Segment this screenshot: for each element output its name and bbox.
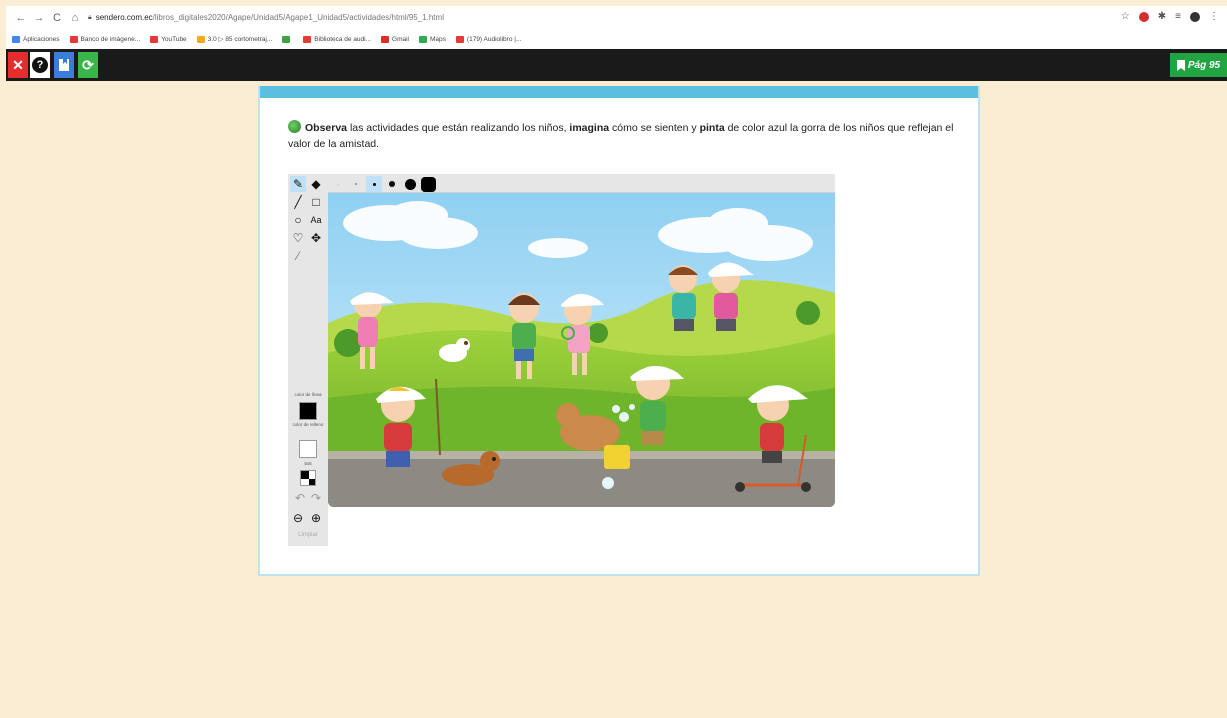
- url-host: sendero.com.ec: [95, 13, 153, 22]
- page-button[interactable]: Pág 95: [1170, 53, 1227, 77]
- bookmark-icon: [419, 35, 428, 43]
- lock-icon: 🔒︎: [88, 13, 92, 21]
- help-button[interactable]: ?: [30, 52, 50, 78]
- bookmark-label: YouTube: [161, 35, 187, 43]
- bookmark-item[interactable]: Biblioteca de audi...: [303, 35, 372, 43]
- swap-colors-icon[interactable]: [300, 470, 316, 486]
- card-accent-bar: [260, 86, 978, 98]
- size-6-button[interactable]: [420, 176, 436, 192]
- stop-extension-icon[interactable]: [1138, 11, 1149, 22]
- bookmark-icon: [1176, 59, 1185, 71]
- pencil-tool-icon[interactable]: ✎: [290, 176, 306, 192]
- bookmark-item[interactable]: YouTube: [150, 35, 187, 43]
- reload-icon[interactable]: C: [48, 12, 66, 24]
- bookmark-icon: [303, 35, 312, 43]
- save-icon: [59, 59, 69, 71]
- eraser-tool-icon[interactable]: ◆: [308, 176, 324, 192]
- size-label: 5x5: [304, 461, 312, 466]
- refresh-icon: ⟳: [82, 56, 94, 73]
- refresh-button[interactable]: ⟳: [78, 52, 98, 78]
- bookmarks-bar: Aplicaciones Banco de imágene... YouTube 3.…: [6, 29, 1227, 49]
- brush-size-bar: [328, 174, 835, 193]
- bookmark-label: Aplicaciones: [23, 35, 60, 43]
- app-toolbar: ✕ ? ⟳ Pág 95: [6, 49, 1227, 81]
- line-color-swatch[interactable]: [299, 402, 317, 420]
- size-5-button[interactable]: [402, 176, 418, 192]
- clear-button[interactable]: Limpiar: [288, 532, 328, 538]
- close-button[interactable]: ✕: [8, 52, 28, 78]
- paint-tools-panel: ✎ ◆ ╱ □ ○ Aa ♡ ✥ ⁄ color de línea color …: [288, 174, 328, 546]
- browser-chrome: ← → C ⌂ 🔒︎ sendero.com.ec /libros_digita…: [6, 6, 1227, 49]
- address-row: ← → C ⌂ 🔒︎ sendero.com.ec /libros_digita…: [6, 6, 1227, 29]
- home-icon[interactable]: ⌂: [66, 12, 84, 24]
- bookmark-item[interactable]: 3.0 ▷ 85 cortometraj...: [196, 35, 273, 43]
- drawing-canvas[interactable]: [328, 193, 835, 507]
- kids-playing-illustration: [328, 193, 835, 507]
- puzzle-icon[interactable]: ✱: [1158, 11, 1166, 22]
- bookmark-icon: [196, 35, 205, 43]
- size-3-button[interactable]: [366, 176, 382, 192]
- profile-avatar[interactable]: [1190, 11, 1200, 22]
- size-4-button[interactable]: [384, 176, 400, 192]
- instructions-text: Observa las actividades que están realiz…: [288, 120, 954, 150]
- bookmark-icon: [282, 35, 291, 43]
- bookmark-icon: [455, 35, 464, 43]
- extensions-area: ☆ ✱ ≡ ⋮: [1121, 11, 1219, 22]
- page-label: Pág 95: [1187, 59, 1221, 71]
- bookmark-item[interactable]: Maps: [419, 35, 446, 43]
- move-tool-icon[interactable]: ✥: [308, 230, 324, 246]
- address-bar[interactable]: 🔒︎ sendero.com.ec /libros_digitales2020/…: [88, 13, 444, 22]
- ellipse-tool-icon[interactable]: ○: [290, 212, 306, 228]
- eyedropper-tool-icon[interactable]: ⁄: [290, 248, 306, 264]
- text-tool-icon[interactable]: Aa: [308, 212, 324, 228]
- bookmark-label: 3.0 ▷ 85 cortometraj...: [207, 36, 273, 43]
- help-icon: ?: [32, 57, 48, 73]
- bookmark-label: Maps: [430, 35, 446, 43]
- bookmark-item[interactable]: (179) Audiolibro |...: [455, 35, 522, 43]
- zoom-out-icon[interactable]: ⊖: [290, 510, 306, 526]
- rectangle-tool-icon[interactable]: □: [308, 194, 324, 210]
- redo-icon[interactable]: ↷: [308, 490, 324, 506]
- bookmark-icon: [12, 35, 20, 43]
- bookmark-item[interactable]: [282, 35, 293, 43]
- bookmark-item[interactable]: Aplicaciones: [12, 35, 60, 43]
- fill-color-label: color de relleno: [292, 422, 324, 427]
- polygon-tool-icon[interactable]: ♡: [290, 230, 306, 246]
- bookmark-label: Banco de imágene...: [80, 35, 141, 43]
- undo-icon[interactable]: ↶: [292, 490, 308, 506]
- bookmark-icon: [69, 35, 78, 43]
- bookmark-label: Gmail: [392, 35, 410, 43]
- line-tool-icon[interactable]: ╱: [290, 194, 306, 210]
- globe-icon: [288, 120, 301, 133]
- size-1-button[interactable]: [330, 176, 346, 192]
- star-icon[interactable]: ☆: [1121, 11, 1130, 22]
- reading-list-icon[interactable]: ≡: [1175, 11, 1181, 22]
- zoom-in-icon[interactable]: ⊕: [308, 510, 324, 526]
- menu-icon[interactable]: ⋮: [1209, 11, 1219, 22]
- save-button[interactable]: [54, 52, 74, 78]
- forward-icon[interactable]: →: [30, 12, 48, 24]
- fill-color-swatch[interactable]: [299, 440, 317, 458]
- line-color-label: color de línea: [294, 392, 322, 397]
- bookmark-icon: [381, 35, 390, 43]
- bookmark-label: Biblioteca de audi...: [314, 35, 372, 43]
- bookmark-icon: [150, 35, 159, 43]
- back-icon[interactable]: ←: [12, 12, 30, 24]
- bookmark-item[interactable]: Gmail: [381, 35, 410, 43]
- url-path: /libros_digitales2020/Agape/Unidad5/Agap…: [152, 13, 444, 22]
- size-2-button[interactable]: [348, 176, 364, 192]
- bookmark-label: (179) Audiolibro |...: [466, 35, 522, 43]
- bookmark-item[interactable]: Banco de imágene...: [69, 35, 141, 43]
